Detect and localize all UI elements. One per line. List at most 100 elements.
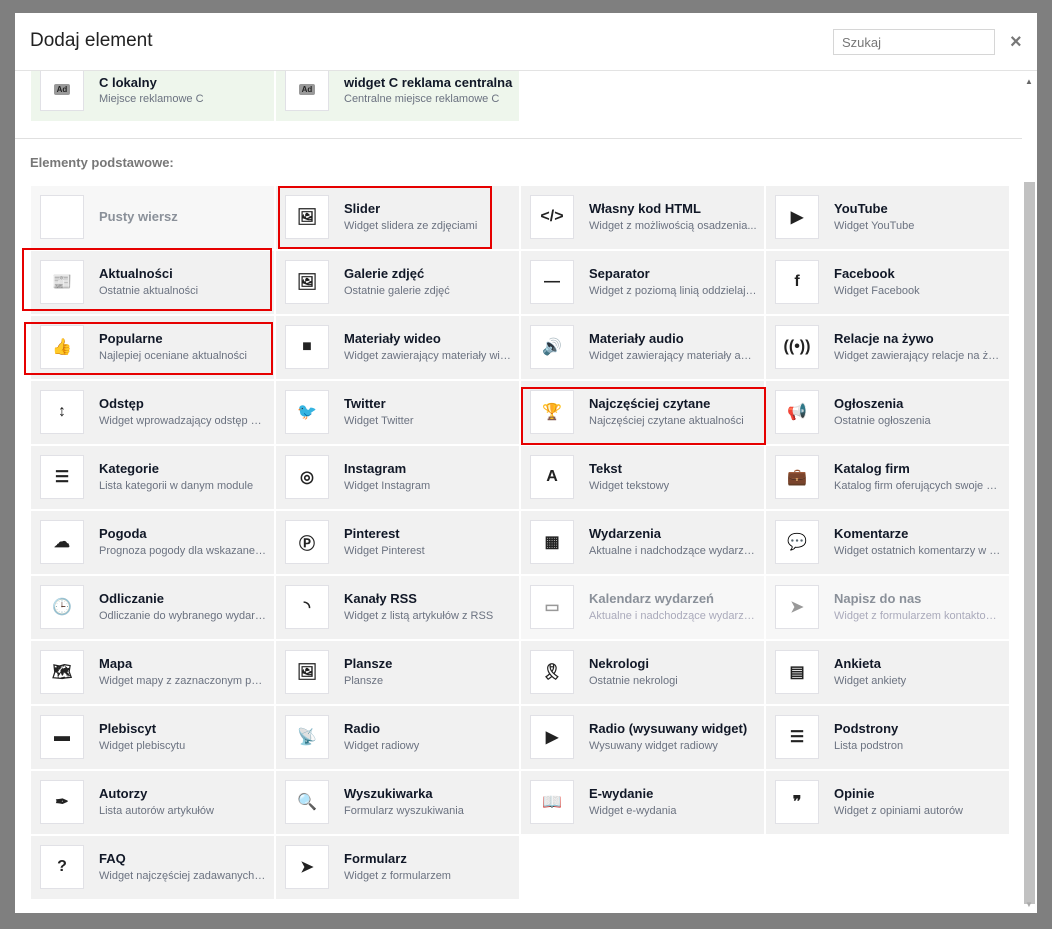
element-title: Podstrony xyxy=(834,721,899,736)
element-description: Widget z listą artykułów z RSS xyxy=(344,610,494,622)
element-icon: ◎ xyxy=(285,455,329,499)
element-card[interactable]: ☰ Podstrony Lista podstron xyxy=(766,706,1009,769)
element-description: Widget plebiscytu xyxy=(99,740,186,752)
element-card[interactable]: 📰 Aktualności Ostatnie aktualności xyxy=(22,248,274,314)
element-card[interactable]: ■ Materiały wideo Widget zawierający mater… xyxy=(276,316,519,379)
element-card[interactable]: ✒ Autorzy Lista autorów artykułów xyxy=(31,771,274,834)
element-card[interactable]: 🖼 Galerie zdjęć Ostatnie galerie zdjęć xyxy=(276,251,519,314)
element-description: Katalog firm oferujących swoje usługi xyxy=(834,480,1002,492)
element-icon: 🔍 xyxy=(285,780,329,824)
element-icon-glyph: ((•)) xyxy=(783,338,811,355)
element-card[interactable]: ↕ Odstęp Widget wprowadzający odstęp międz… xyxy=(31,381,274,444)
close-icon[interactable]: × xyxy=(1010,31,1022,54)
scrollbar[interactable]: ▲ ▼ xyxy=(1022,71,1037,913)
element-card[interactable]: ☁ Pogoda Prognoza pogody dla wskazanej lok… xyxy=(31,511,274,574)
scroll-up-icon[interactable]: ▲ xyxy=(1025,77,1033,86)
search-input[interactable] xyxy=(833,29,995,55)
element-description: Widget z możliwością osadzenia... xyxy=(589,220,757,232)
element-icon: Ⓟ xyxy=(285,520,329,564)
element-card[interactable]: A Tekst Widget tekstowy xyxy=(521,446,764,509)
element-card[interactable]: ▦ Wydarzenia Aktualne i nadchodzące wydarz… xyxy=(521,511,764,574)
element-card[interactable]: 🔍 Wyszukiwarka Formularz wyszukiwania xyxy=(276,771,519,834)
element-card[interactable]: 🖼 Slider Widget slidera ze zdjęciami xyxy=(276,186,519,249)
element-description: Widget z opiniami autorów xyxy=(834,805,964,817)
element-icon: 🖼 xyxy=(285,195,329,239)
element-card[interactable]: 📢 Ogłoszenia Ostatnie ogłoszenia xyxy=(766,381,1009,444)
element-icon-glyph: 📖 xyxy=(542,794,562,811)
element-card[interactable]: ➤ Formularz Widget z formularzem xyxy=(276,836,519,899)
element-icon: </> xyxy=(530,195,574,239)
element-card[interactable]: ▤ Ankieta Widget ankiety xyxy=(766,641,1009,704)
element-card[interactable]: 📖 E-wydanie Widget e-wydania xyxy=(521,771,764,834)
element-card[interactable]: 🏆 Najczęściej czytane Najczęściej czytane … xyxy=(521,381,766,445)
element-description: Lista autorów artykułów xyxy=(99,805,214,817)
element-description: Centralne miejsce reklamowe C xyxy=(344,93,500,105)
element-icon-glyph: ✒ xyxy=(55,794,69,811)
element-title: E-wydanie xyxy=(589,786,654,801)
element-icon: 📖 xyxy=(530,780,574,824)
element-card[interactable]: ❞ Opinie Widget z opiniami autorów xyxy=(766,771,1009,834)
element-card[interactable]: ((•)) Relacje na żywo Widget zawierający r… xyxy=(766,316,1009,379)
element-title: Radio xyxy=(344,721,381,736)
element-card[interactable]: Ad C lokalny Miejsce reklamowe C xyxy=(31,71,274,121)
element-card[interactable]: ➤ Napisz do nas Widget z formularzem konta… xyxy=(766,576,1009,639)
element-card[interactable]: f Facebook Widget Facebook xyxy=(766,251,1009,314)
element-card[interactable]: 👍 Popularne Najlepiej oceniane aktualności xyxy=(24,316,274,379)
element-card[interactable]: 🐦 Twitter Widget Twitter xyxy=(276,381,519,444)
element-icon-glyph: A xyxy=(546,468,558,485)
element-card[interactable]: ▶ YouTube Widget YouTube xyxy=(766,186,1009,249)
element-title: Własny kod HTML xyxy=(589,201,701,216)
element-icon xyxy=(40,195,84,239)
element-title: Wyszukiwarka xyxy=(344,786,433,801)
element-card[interactable]: Ad widget C reklama centralna Centralne mi… xyxy=(276,71,519,121)
element-card[interactable]: </> Własny kod HTML Widget z możliwością o… xyxy=(521,186,764,249)
element-icon: ▬ xyxy=(40,715,84,759)
element-card[interactable]: ☰ Kategorie Lista kategorii w danym module xyxy=(31,446,274,509)
element-card[interactable]: 🕒 Odliczanie Odliczanie do wybranego wydar… xyxy=(31,576,274,639)
element-icon: f xyxy=(775,260,819,304)
element-description: Najlepiej oceniane aktualności xyxy=(99,350,247,362)
element-icon-glyph: 🖼 xyxy=(296,664,318,681)
element-description: Widget slidera ze zdjęciami xyxy=(344,220,478,232)
element-card[interactable]: Ⓟ Pinterest Widget Pinterest xyxy=(276,511,519,574)
element-title: Galerie zdjęć xyxy=(344,266,425,281)
element-icon-glyph: ↕ xyxy=(58,403,66,420)
element-card[interactable]: ▭ Kalendarz wydarzeń Aktualne i nadchodząc… xyxy=(521,576,764,639)
element-card[interactable]: 📡 Radio Widget radiowy xyxy=(276,706,519,769)
element-card[interactable]: ◝ Kanały RSS Widget z listą artykułów z RS… xyxy=(276,576,519,639)
scrollbar-thumb[interactable] xyxy=(1024,182,1035,904)
element-title: Odliczanie xyxy=(99,591,165,606)
element-title: Plebiscyt xyxy=(99,721,157,736)
element-card[interactable]: ▶ Radio (wysuwany widget) Wysuwany widget … xyxy=(521,706,764,769)
element-title: Ogłoszenia xyxy=(834,396,904,411)
element-icon-glyph: Ad xyxy=(53,83,71,95)
element-card[interactable]: ◎ Instagram Widget Instagram xyxy=(276,446,519,509)
element-card[interactable]: — Separator Widget z poziomą linią oddziel… xyxy=(521,251,764,314)
element-card[interactable]: 🖼 Plansze Plansze xyxy=(276,641,519,704)
element-icon-glyph: 🖼 xyxy=(296,274,318,291)
element-description: Widget Pinterest xyxy=(344,545,425,557)
element-icon: ☁ xyxy=(40,520,84,564)
element-description: Miejsce reklamowe C xyxy=(99,93,204,105)
element-description: Widget z formularzem xyxy=(344,870,451,882)
element-icon: ▭ xyxy=(530,585,574,629)
element-card[interactable]: 🔊 Materiały audio Widget zawierający mater… xyxy=(521,316,764,379)
element-card[interactable]: Pusty wiersz xyxy=(31,186,274,249)
element-description: Widget wprowadzający odstęp między xyxy=(99,415,267,427)
element-title: Plansze xyxy=(344,656,393,671)
element-card[interactable]: 🗺 Mapa Widget mapy z zaznaczonym punktem xyxy=(31,641,274,704)
scroll-down-icon[interactable]: ▼ xyxy=(1025,900,1033,909)
element-icon: 🗺 xyxy=(40,650,84,694)
element-icon-glyph: ☰ xyxy=(789,729,805,746)
element-card[interactable]: ▬ Plebiscyt Widget plebiscytu xyxy=(31,706,274,769)
element-icon: ☰ xyxy=(40,455,84,499)
element-card[interactable]: ? FAQ Widget najczęściej zadawanych pytań xyxy=(31,836,274,899)
element-description: Widget z poziomą linią oddzielającą xyxy=(589,285,757,297)
element-icon-glyph: 💼 xyxy=(787,469,807,486)
element-description: Widget najczęściej zadawanych pytań xyxy=(99,870,267,882)
element-icon-glyph: 🕒 xyxy=(52,599,72,616)
element-card[interactable]: 🎗 Nekrologi Ostatnie nekrologi xyxy=(521,641,764,704)
element-icon-glyph: Ad xyxy=(298,83,316,95)
element-card[interactable]: 💼 Katalog firm Katalog firm oferujących sw… xyxy=(766,446,1009,509)
element-card[interactable]: 💬 Komentarze Widget ostatnich komentarzy w… xyxy=(766,511,1009,574)
